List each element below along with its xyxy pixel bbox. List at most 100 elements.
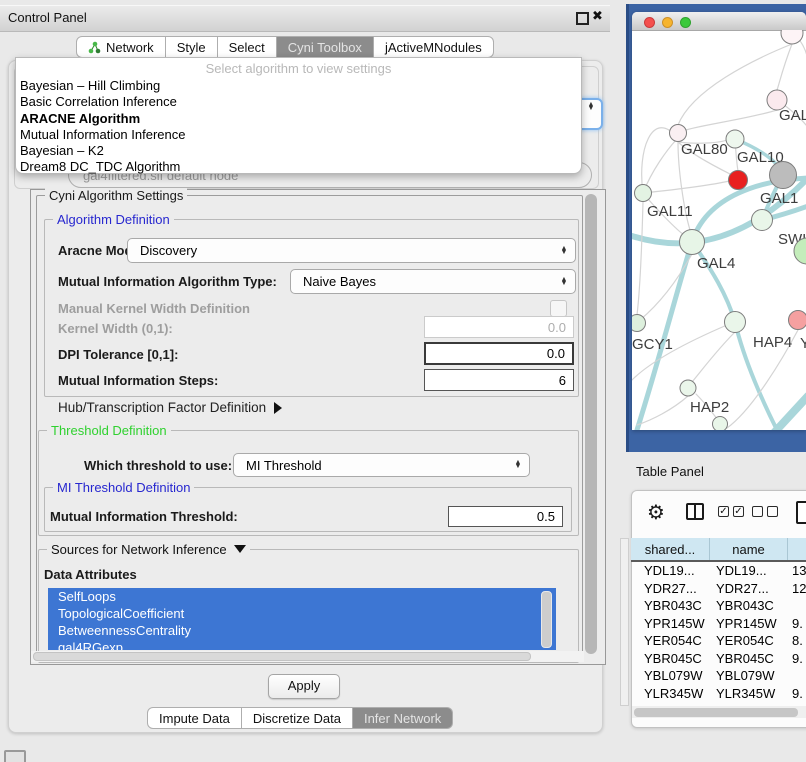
network-edge[interactable] [678, 44, 792, 125]
control-panel-tabbar: Network Style Select Cyni ToolboxjActiveMNo… [76, 36, 494, 58]
select-all-icon[interactable]: ✓ ✓ [718, 506, 744, 517]
mac-zoom-icon[interactable] [680, 17, 691, 28]
algorithm-option[interactable]: Dream8 DC_TDC Algorithm [16, 159, 581, 175]
network-node-gal10[interactable] [726, 130, 744, 148]
table-row[interactable]: YER054CYER054C8. [631, 632, 806, 650]
table-row[interactable]: YPR145WYPR145W9. [631, 615, 806, 633]
network-node-gcy1[interactable] [632, 315, 646, 332]
mi-steps-input[interactable]: 6 [424, 369, 574, 391]
table-cell: YER054C [710, 633, 788, 648]
table-row[interactable]: YBL079WYBL079W [631, 667, 806, 685]
dpi-tolerance-input[interactable]: 0.0 [424, 342, 574, 365]
table-row[interactable]: YDR27...YDR27...12 [631, 580, 806, 598]
table-row[interactable]: YDL19...YDL19...13 [631, 562, 806, 580]
mi-threshold-input[interactable]: 0.5 [448, 506, 563, 527]
data-attributes-list[interactable]: SelfLoopsTopologicalCoefficientBetweenne… [48, 588, 556, 650]
algorithm-option[interactable]: ARACNE Algorithm [16, 111, 581, 127]
table-row[interactable]: YLR345WYLR345W9. [631, 685, 806, 703]
network-node[interactable] [781, 30, 803, 44]
manual-kernel-checkbox[interactable] [550, 300, 567, 317]
combo-stepper-icon: ▲▼ [513, 461, 523, 469]
tab-label: Network [106, 40, 154, 55]
table-row[interactable]: YBR043CYBR043C [631, 597, 806, 615]
algorithm-option[interactable]: Bayesian – Hill Climbing [16, 78, 581, 94]
settings-horizontal-scrollbar[interactable] [33, 652, 531, 661]
tab-cyni-toolbox[interactable]: Cyni Toolbox [277, 36, 374, 58]
tab-infer-network[interactable]: Infer Network [353, 707, 453, 729]
table-cell: 13 [788, 563, 806, 578]
hub-section-label: Hub/Transcription Factor Definition [58, 400, 266, 415]
hub-section-toggle[interactable]: Hub/Transcription Factor Definition [58, 400, 282, 415]
sources-title: Sources for Network Inference [51, 542, 227, 557]
attribute-item[interactable]: gal4RGexp [48, 639, 556, 650]
which-threshold-combobox[interactable]: MI Threshold ▲▼ [233, 453, 530, 477]
split-view-icon[interactable] [686, 503, 704, 520]
table-vertical-scrolltrack[interactable] [620, 538, 629, 706]
tab-select[interactable]: Select [218, 36, 277, 58]
network-node-gal11[interactable] [635, 185, 652, 202]
sources-toggle[interactable]: Sources for Network Inference [47, 542, 250, 557]
column-header-shared[interactable]: shared... [631, 538, 710, 560]
table-cell: YBR043C [710, 598, 788, 613]
attribute-item[interactable]: SelfLoops [48, 588, 556, 605]
network-node-gal4[interactable] [680, 230, 705, 255]
network-node-hap2[interactable] [680, 380, 696, 396]
settings-vertical-scrollbar[interactable] [585, 194, 597, 654]
dock-panel-icon[interactable] [4, 750, 26, 762]
network-edge[interactable] [777, 44, 792, 90]
expanded-arrow-icon [234, 545, 246, 553]
network-window-titlebar[interactable] [632, 12, 806, 31]
kernel-width-input[interactable]: 0.0 [424, 316, 574, 338]
mac-minimize-icon[interactable] [662, 17, 673, 28]
network-node[interactable] [729, 171, 748, 190]
table-row[interactable]: YBR045CYBR045C9. [631, 650, 806, 668]
deselect-all-icon[interactable] [752, 506, 778, 517]
attribute-item[interactable]: TopologicalCoefficient [48, 605, 556, 622]
mac-close-icon[interactable] [644, 17, 655, 28]
manual-kernel-label: Manual Kernel Width Definition [58, 301, 250, 316]
mi-algorithm-type-label: Mutual Information Algorithm Type: [58, 274, 277, 289]
network-edge[interactable] [692, 332, 735, 382]
algorithm-option[interactable]: Mutual Information Inference [16, 127, 581, 143]
combo-stepper-icon: ▲▼ [586, 103, 596, 111]
network-node-swi4[interactable] [752, 210, 773, 231]
attributes-vertical-scrollbar[interactable] [541, 591, 552, 648]
gear-icon[interactable]: ⚙ [647, 503, 665, 523]
network-edge[interactable] [637, 202, 643, 315]
algorithm-option[interactable]: Basic Correlation Inference [16, 94, 581, 110]
tab-label: Select [229, 40, 265, 55]
network-node[interactable] [713, 417, 728, 431]
tab-discretize-data[interactable]: Discretize Data [242, 707, 353, 729]
screenshot-stage: Control Panel ✖ NetworkStyleSelectCyni T… [0, 0, 806, 762]
network-node[interactable] [770, 162, 797, 189]
close-panel-icon[interactable]: ✖ [592, 8, 603, 24]
network-node-hap4[interactable] [725, 312, 746, 333]
attribute-item[interactable]: BetweennessCentrality [48, 622, 556, 639]
column-header-name[interactable]: name [710, 538, 788, 560]
column-header-extra[interactable] [788, 538, 806, 560]
new-table-icon[interactable] [796, 501, 806, 524]
apply-button[interactable]: Apply [268, 674, 340, 699]
table-cell: YBR043C [631, 598, 710, 613]
tab-jactivemnodules[interactable]: jActiveMNodules [374, 36, 494, 58]
network-node-gal80[interactable] [670, 125, 687, 142]
aracne-mode-combobox[interactable]: Discovery ▲▼ [127, 238, 576, 263]
tab-impute-data[interactable]: Impute Data [147, 707, 242, 729]
algorithm-list: Bayesian – Hill ClimbingBasic Correlatio… [16, 78, 581, 176]
float-panel-icon[interactable] [576, 12, 589, 25]
network-canvas[interactable]: GALGAL80GAL10GAL1GAL11SWI4GAL4GCY1HAP4YH… [632, 30, 806, 430]
network-node-y[interactable] [789, 311, 806, 330]
network-edge[interactable] [643, 181, 729, 193]
mi-algorithm-type-combobox[interactable]: Naive Bayes ▲▼ [290, 269, 576, 294]
algorithm-option[interactable]: Bayesian – K2 [16, 143, 581, 159]
network-window: GALGAL80GAL10GAL1GAL11SWI4GAL4GCY1HAP4YH… [632, 12, 806, 430]
network-node-label: GAL4 [697, 255, 735, 272]
network-edge[interactable] [643, 140, 676, 193]
table-cell: YDL19... [710, 563, 788, 578]
tab-style[interactable]: Style [166, 36, 218, 58]
table-horizontal-scrollbar[interactable] [634, 708, 798, 717]
control-panel-titlebar [0, 5, 610, 32]
network-edge[interactable] [686, 110, 777, 130]
table-cell: YER054C [631, 633, 710, 648]
tab-network[interactable]: Network [76, 36, 166, 58]
